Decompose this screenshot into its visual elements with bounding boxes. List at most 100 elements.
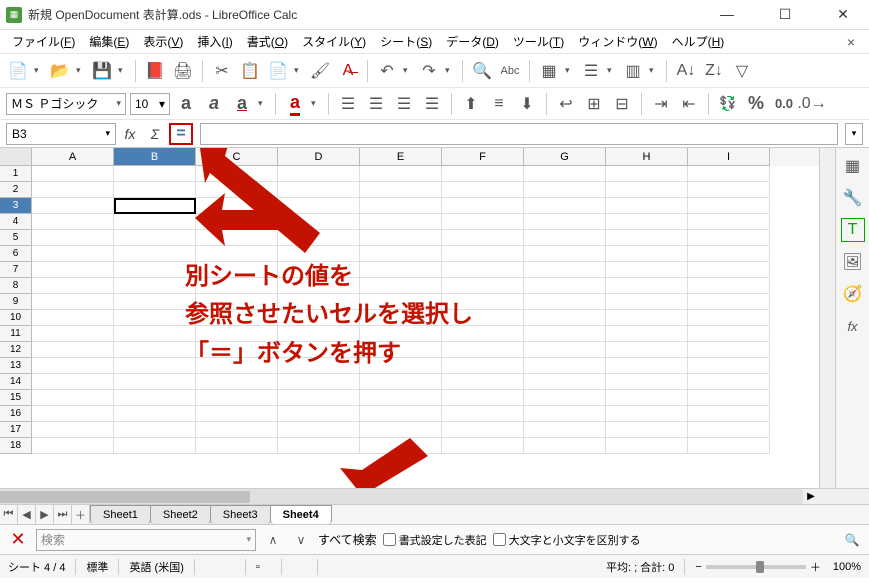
col-header-e[interactable]: E [360, 148, 442, 166]
spellcheck-icon[interactable]: Abc [498, 59, 522, 83]
row-header-6[interactable]: 6 [0, 246, 32, 262]
find-prev-icon[interactable]: ∧ [262, 529, 284, 551]
search-input[interactable]: 検索 ▾ [36, 529, 256, 551]
row-header-1[interactable]: 1 [0, 166, 32, 182]
cell-G8[interactable] [524, 278, 606, 294]
cell-E15[interactable] [360, 390, 442, 406]
zoom-out-icon[interactable]: − [695, 561, 701, 573]
cell-A7[interactable] [32, 262, 114, 278]
functions-icon[interactable]: fx [841, 314, 865, 338]
cell-G3[interactable] [524, 198, 606, 214]
cell-H3[interactable] [606, 198, 688, 214]
cell-H10[interactable] [606, 310, 688, 326]
row-header-14[interactable]: 14 [0, 374, 32, 390]
tab-first-icon[interactable]: ⏮ [0, 505, 18, 524]
cell-G15[interactable] [524, 390, 606, 406]
menu-file[interactable]: ファイル(F) [6, 30, 81, 53]
italic-icon[interactable]: a [202, 92, 226, 116]
row-header-7[interactable]: 7 [0, 262, 32, 278]
align-justify-icon[interactable]: ☰ [420, 92, 444, 116]
cell-D15[interactable] [278, 390, 360, 406]
tab-sheet1[interactable]: Sheet1 [90, 505, 151, 524]
cell-I5[interactable] [688, 230, 770, 246]
new-dropdown[interactable]: ▾ [34, 65, 44, 76]
cell-B10[interactable] [114, 310, 196, 326]
cell-B8[interactable] [114, 278, 196, 294]
row-header-15[interactable]: 15 [0, 390, 32, 406]
valign-bot-icon[interactable]: ⬇ [515, 92, 539, 116]
cell-B3[interactable] [114, 198, 196, 214]
cell-G6[interactable] [524, 246, 606, 262]
properties-icon[interactable]: 🔧 [841, 186, 865, 210]
cell-F1[interactable] [442, 166, 524, 182]
font-size-dropdown-icon[interactable]: ▾ [159, 97, 165, 111]
align-left-icon[interactable]: ☰ [336, 92, 360, 116]
redo-dropdown[interactable]: ▾ [445, 65, 455, 76]
undo-dropdown[interactable]: ▾ [403, 65, 413, 76]
cell-H8[interactable] [606, 278, 688, 294]
cell-A11[interactable] [32, 326, 114, 342]
font-size-combo[interactable]: 10 ▾ [130, 93, 170, 115]
cell-A1[interactable] [32, 166, 114, 182]
spreadsheet-grid[interactable]: A B C D E F G H I 1234567891011121314151… [0, 148, 819, 488]
cell-A18[interactable] [32, 438, 114, 454]
autofilter-icon[interactable]: ▽ [730, 59, 754, 83]
cell-H18[interactable] [606, 438, 688, 454]
menu-sheet[interactable]: シート(S) [374, 30, 438, 53]
styles-icon[interactable]: T [841, 218, 865, 242]
font-name-combo[interactable]: ＭＳ Ｐゴシック ▾ [6, 93, 126, 115]
cell-I8[interactable] [688, 278, 770, 294]
cell-E3[interactable] [360, 198, 442, 214]
hscroll-right-icon[interactable]: ▶ [803, 489, 819, 504]
cell-C14[interactable] [196, 374, 278, 390]
cell-F18[interactable] [442, 438, 524, 454]
sidebar-toggle-icon[interactable]: ▦ [841, 154, 865, 178]
gallery-icon[interactable]: 🖼 [841, 250, 865, 274]
cell-C17[interactable] [196, 422, 278, 438]
row-header-8[interactable]: 8 [0, 278, 32, 294]
clear-fmt-icon[interactable]: A̶ [336, 59, 360, 83]
maximize-button[interactable]: ☐ [765, 6, 805, 23]
cell-H6[interactable] [606, 246, 688, 262]
cell-D17[interactable] [278, 422, 360, 438]
cell-G13[interactable] [524, 358, 606, 374]
horizontal-scrollbar[interactable]: ▶ [0, 488, 869, 504]
col-header-g[interactable]: G [524, 148, 606, 166]
cell-A17[interactable] [32, 422, 114, 438]
cell-I10[interactable] [688, 310, 770, 326]
cell-I17[interactable] [688, 422, 770, 438]
selection-mode[interactable]: ▫ [256, 561, 271, 573]
cell-H9[interactable] [606, 294, 688, 310]
cell-B18[interactable] [114, 438, 196, 454]
copy-icon[interactable]: 📋 [238, 59, 262, 83]
cell-B13[interactable] [114, 358, 196, 374]
cell-I7[interactable] [688, 262, 770, 278]
vertical-scrollbar[interactable] [819, 148, 835, 488]
cell-A2[interactable] [32, 182, 114, 198]
cell-F5[interactable] [442, 230, 524, 246]
cell-G4[interactable] [524, 214, 606, 230]
cell-I15[interactable] [688, 390, 770, 406]
minimize-button[interactable]: — [707, 6, 747, 23]
tab-next-icon[interactable]: ▶ [36, 505, 54, 524]
search-dropdown-icon[interactable]: ▾ [246, 534, 251, 545]
cell-I9[interactable] [688, 294, 770, 310]
wrap-icon[interactable]: ↩ [554, 92, 578, 116]
menu-edit[interactable]: 編集(E) [83, 30, 135, 53]
row-header-4[interactable]: 4 [0, 214, 32, 230]
cell-H13[interactable] [606, 358, 688, 374]
cell-E1[interactable] [360, 166, 442, 182]
new-icon[interactable]: 📄 [6, 59, 30, 83]
redo-icon[interactable]: ↷ [417, 59, 441, 83]
formatted-display-checkbox[interactable]: 書式設定した表記 [383, 532, 487, 548]
row-icon[interactable]: ☰ [579, 59, 603, 83]
row-header-16[interactable]: 16 [0, 406, 32, 422]
cell-B7[interactable] [114, 262, 196, 278]
tab-sheet4[interactable]: Sheet4 [270, 505, 332, 524]
menu-window[interactable]: ウィンドウ(W) [572, 30, 663, 53]
tab-prev-icon[interactable]: ◀ [18, 505, 36, 524]
cell-B9[interactable] [114, 294, 196, 310]
number-icon[interactable]: 0.0 [772, 92, 796, 116]
cell-G12[interactable] [524, 342, 606, 358]
row-header-3[interactable]: 3 [0, 198, 32, 214]
